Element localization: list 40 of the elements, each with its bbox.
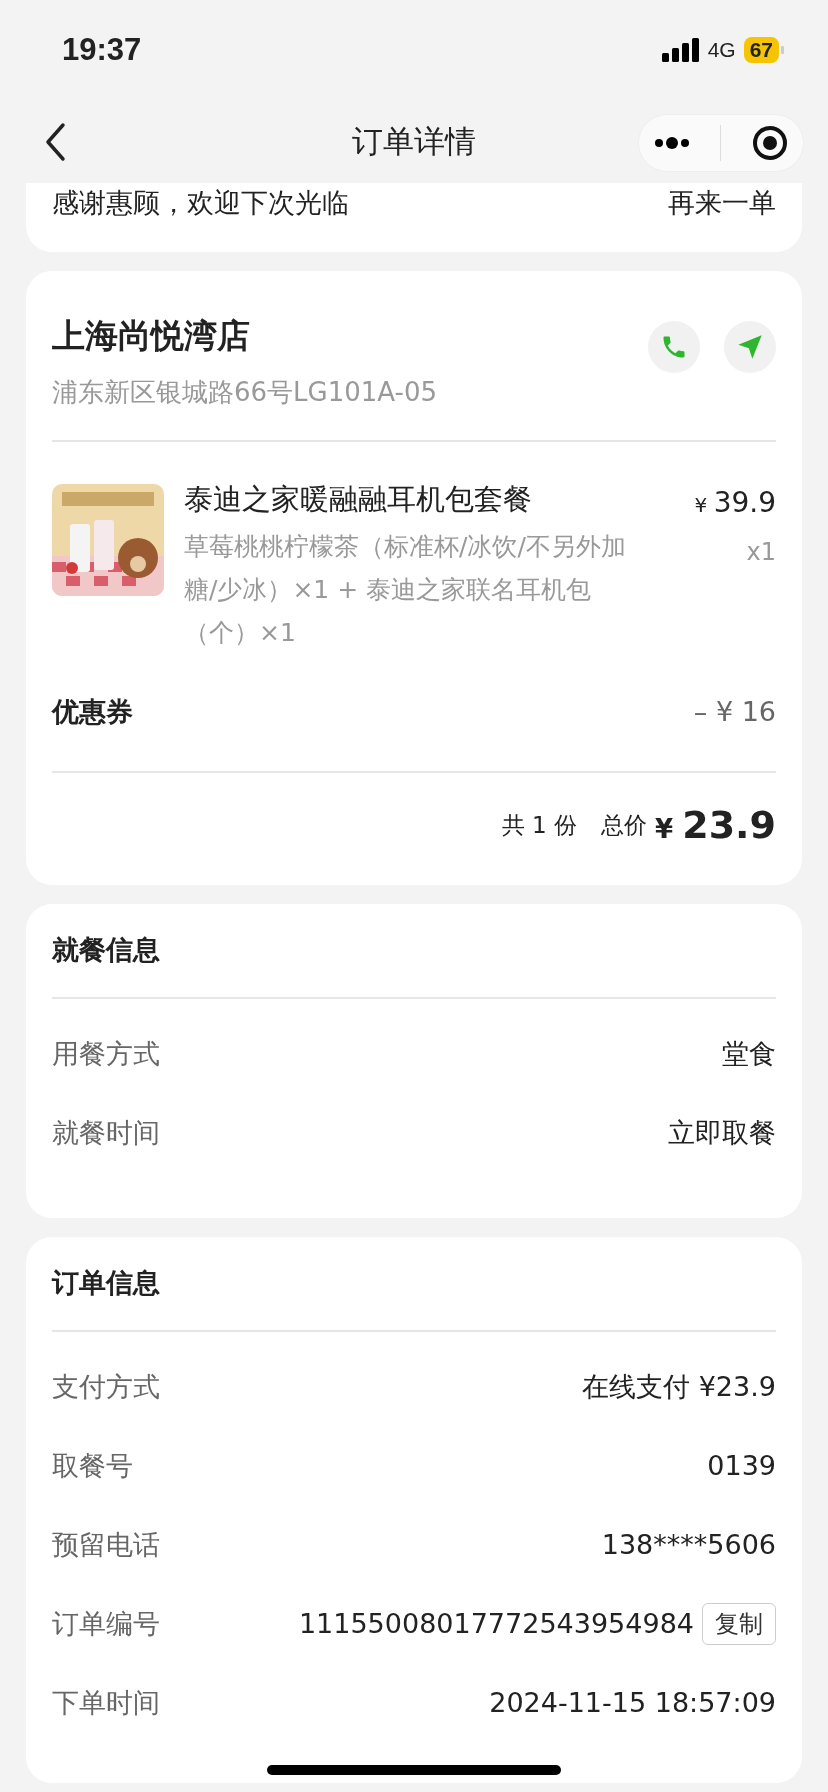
phone-button[interactable]: [648, 321, 700, 373]
total-label: 总价: [601, 811, 648, 841]
page-title: 订单详情: [352, 122, 476, 162]
coupon-label: 优惠券: [52, 695, 133, 729]
navigate-button[interactable]: [724, 321, 776, 373]
product-quantity: x1: [745, 536, 776, 568]
info-label: 取餐号: [52, 1448, 133, 1483]
store-name: 上海尚悦湾店: [52, 315, 251, 357]
product-name: 泰迪之家暖融融耳机包套餐: [184, 480, 533, 518]
section-title: 订单信息: [52, 1265, 160, 1300]
section-title: 就餐信息: [52, 932, 160, 967]
info-label: 支付方式: [52, 1369, 160, 1404]
info-label: 预留电话: [52, 1527, 160, 1562]
info-label: 订单编号: [52, 1606, 160, 1641]
info-value: 0139: [707, 1448, 776, 1483]
info-value: 立即取餐: [668, 1115, 776, 1150]
product-description: 草莓桃桃柠檬茶（标准杯/冰饮/不另外加糖/少冰）×1 + 泰迪之家联名耳机包（个）×1: [184, 531, 627, 649]
total-amount: ¥ 23.9: [655, 802, 776, 849]
copy-button[interactable]: 复制: [702, 1603, 776, 1645]
signal-icon: [661, 38, 700, 62]
target-icon[interactable]: [751, 125, 788, 161]
network-label: 4G: [707, 37, 736, 64]
info-value: 11155008017772543954984: [298, 1606, 694, 1641]
info-label: 用餐方式: [52, 1036, 160, 1071]
product-price: ¥ 39.9: [694, 484, 776, 521]
more-icon[interactable]: [654, 136, 691, 150]
back-icon[interactable]: [44, 122, 66, 162]
info-label: 下单时间: [52, 1685, 160, 1720]
info-value: 138****5606: [601, 1527, 776, 1562]
item-count: 共 1 份: [501, 811, 578, 841]
status-time: 19:37: [62, 30, 142, 69]
info-label: 就餐时间: [52, 1115, 160, 1150]
reorder-link[interactable]: 再来一单: [668, 183, 776, 224]
info-value: 2024-11-15 18:57:09: [489, 1685, 776, 1720]
info-value: 在线支付 ¥23.9: [582, 1369, 776, 1404]
navigation-arrow-icon: [736, 333, 764, 361]
store-address: 浦东新区银城路66号LG101A-05: [52, 375, 438, 409]
info-value: 堂食: [722, 1036, 776, 1071]
coupon-value: – ¥ 16: [693, 695, 776, 729]
notice-message: 感谢惠顾，欢迎下次光临: [52, 186, 349, 220]
